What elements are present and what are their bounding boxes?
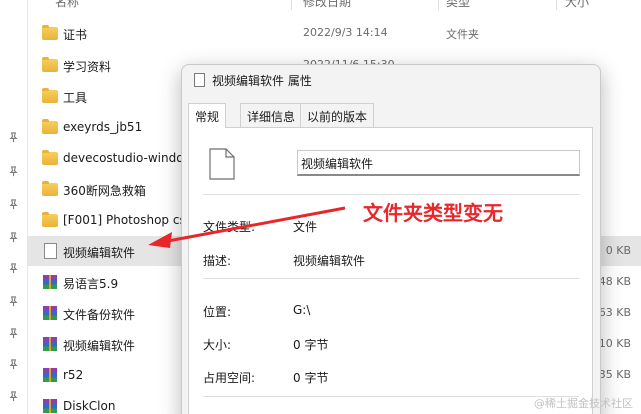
- tab-previous-versions[interactable]: 以前的版本: [300, 103, 375, 127]
- location-value: G:\: [293, 303, 311, 317]
- file-type-label: 文件类型:: [203, 220, 256, 234]
- document-icon: [209, 148, 235, 180]
- navigation-pane: [0, 0, 26, 414]
- header-date[interactable]: 修改日期: [303, 0, 351, 10]
- rar-archive-icon: [42, 274, 58, 290]
- file-row[interactable]: 证书 2022/9/3 14:14 文件夹: [28, 18, 641, 48]
- folder-icon: [42, 150, 58, 165]
- pin-icon[interactable]: [7, 358, 19, 370]
- rar-archive-icon: [42, 305, 58, 321]
- file-name: exeyrds_jb51: [63, 120, 143, 134]
- file-size: 10 KB: [598, 337, 631, 350]
- size-on-disk-value: 0 字节: [293, 371, 329, 385]
- header-type[interactable]: 类型: [446, 0, 470, 10]
- pin-icon[interactable]: [7, 131, 19, 143]
- folder-icon: [42, 25, 58, 40]
- pin-icon[interactable]: [7, 165, 19, 177]
- file-name: 视频编辑软件: [63, 246, 136, 260]
- folder-icon: [42, 119, 58, 134]
- folder-icon: [42, 212, 58, 227]
- file-type: 文件夹: [446, 28, 479, 41]
- pin-icon[interactable]: [7, 390, 19, 402]
- dialog-titlebar[interactable]: 视频编辑软件 属性: [182, 65, 600, 95]
- rar-archive-icon: [42, 398, 58, 414]
- description-label: 描述:: [203, 254, 232, 268]
- pin-icon[interactable]: [7, 262, 19, 274]
- file-name: 证书: [63, 28, 88, 42]
- annotation-text: 文件夹类型变无: [363, 201, 503, 225]
- size-label: 大小:: [203, 338, 232, 352]
- header-size[interactable]: 大小: [565, 0, 589, 10]
- file-name: 视频编辑软件: [63, 339, 136, 353]
- pin-icon[interactable]: [7, 231, 19, 243]
- description-value: 视频编辑软件: [293, 254, 366, 268]
- document-icon: [194, 73, 205, 87]
- header-separator[interactable]: [556, 0, 557, 10]
- file-size: 48 KB: [598, 275, 631, 288]
- file-size: 0 KB: [605, 244, 631, 257]
- divider: [203, 278, 579, 279]
- divider: [203, 396, 579, 397]
- pin-icon[interactable]: [7, 295, 19, 307]
- column-header: 名称 修改日期 类型 大小: [28, 0, 641, 10]
- tab-general[interactable]: 常规: [188, 103, 227, 128]
- file-type-value: 文件: [293, 220, 318, 234]
- folder-icon: [42, 181, 58, 196]
- header-name[interactable]: 名称: [55, 0, 79, 10]
- file-name: DiskClon: [63, 399, 116, 413]
- dialog-title: 视频编辑软件 属性: [212, 74, 312, 88]
- folder-icon: [42, 57, 58, 72]
- pin-icon[interactable]: [7, 327, 19, 339]
- folder-icon: [42, 88, 58, 103]
- file-name: 易语言5.9: [63, 277, 119, 291]
- header-separator[interactable]: [438, 0, 439, 10]
- general-panel: 视频编辑软件 文件类型: 文件 描述: 视频编辑软件 位置: G:\ 大小: 0…: [188, 127, 593, 414]
- size-on-disk-label: 占用空间:: [203, 371, 256, 385]
- file-name: devecostudio-windo: [63, 151, 184, 165]
- file-name: 360断网急救箱: [63, 184, 146, 198]
- file-name: 工具: [63, 91, 88, 105]
- file-name: r52: [63, 368, 84, 382]
- tab-details[interactable]: 详细信息: [240, 103, 303, 127]
- document-icon: [44, 243, 57, 259]
- file-name: [F001] Photoshop cs: [63, 213, 186, 227]
- file-size: 63 KB: [598, 306, 631, 319]
- file-name: 学习资料: [63, 60, 112, 74]
- location-label: 位置:: [203, 305, 232, 319]
- divider: [203, 194, 579, 195]
- header-separator[interactable]: [291, 0, 292, 10]
- filename-value: 视频编辑软件: [301, 157, 374, 171]
- rar-archive-icon: [42, 336, 58, 352]
- pin-icon[interactable]: [7, 198, 19, 210]
- rar-archive-icon: [42, 367, 58, 383]
- filename-field[interactable]: 视频编辑软件: [297, 150, 580, 176]
- file-size: 35 KB: [598, 368, 631, 381]
- size-value: 0 字节: [293, 338, 329, 352]
- file-date: 2022/9/3 14:14: [303, 26, 388, 39]
- watermark: @稀土掘金技术社区: [534, 397, 633, 410]
- file-name: 文件备份软件: [63, 308, 136, 322]
- properties-dialog: 视频编辑软件 属性 常规 详细信息 以前的版本 视频编辑软件 文件类型: 文件 …: [181, 64, 601, 414]
